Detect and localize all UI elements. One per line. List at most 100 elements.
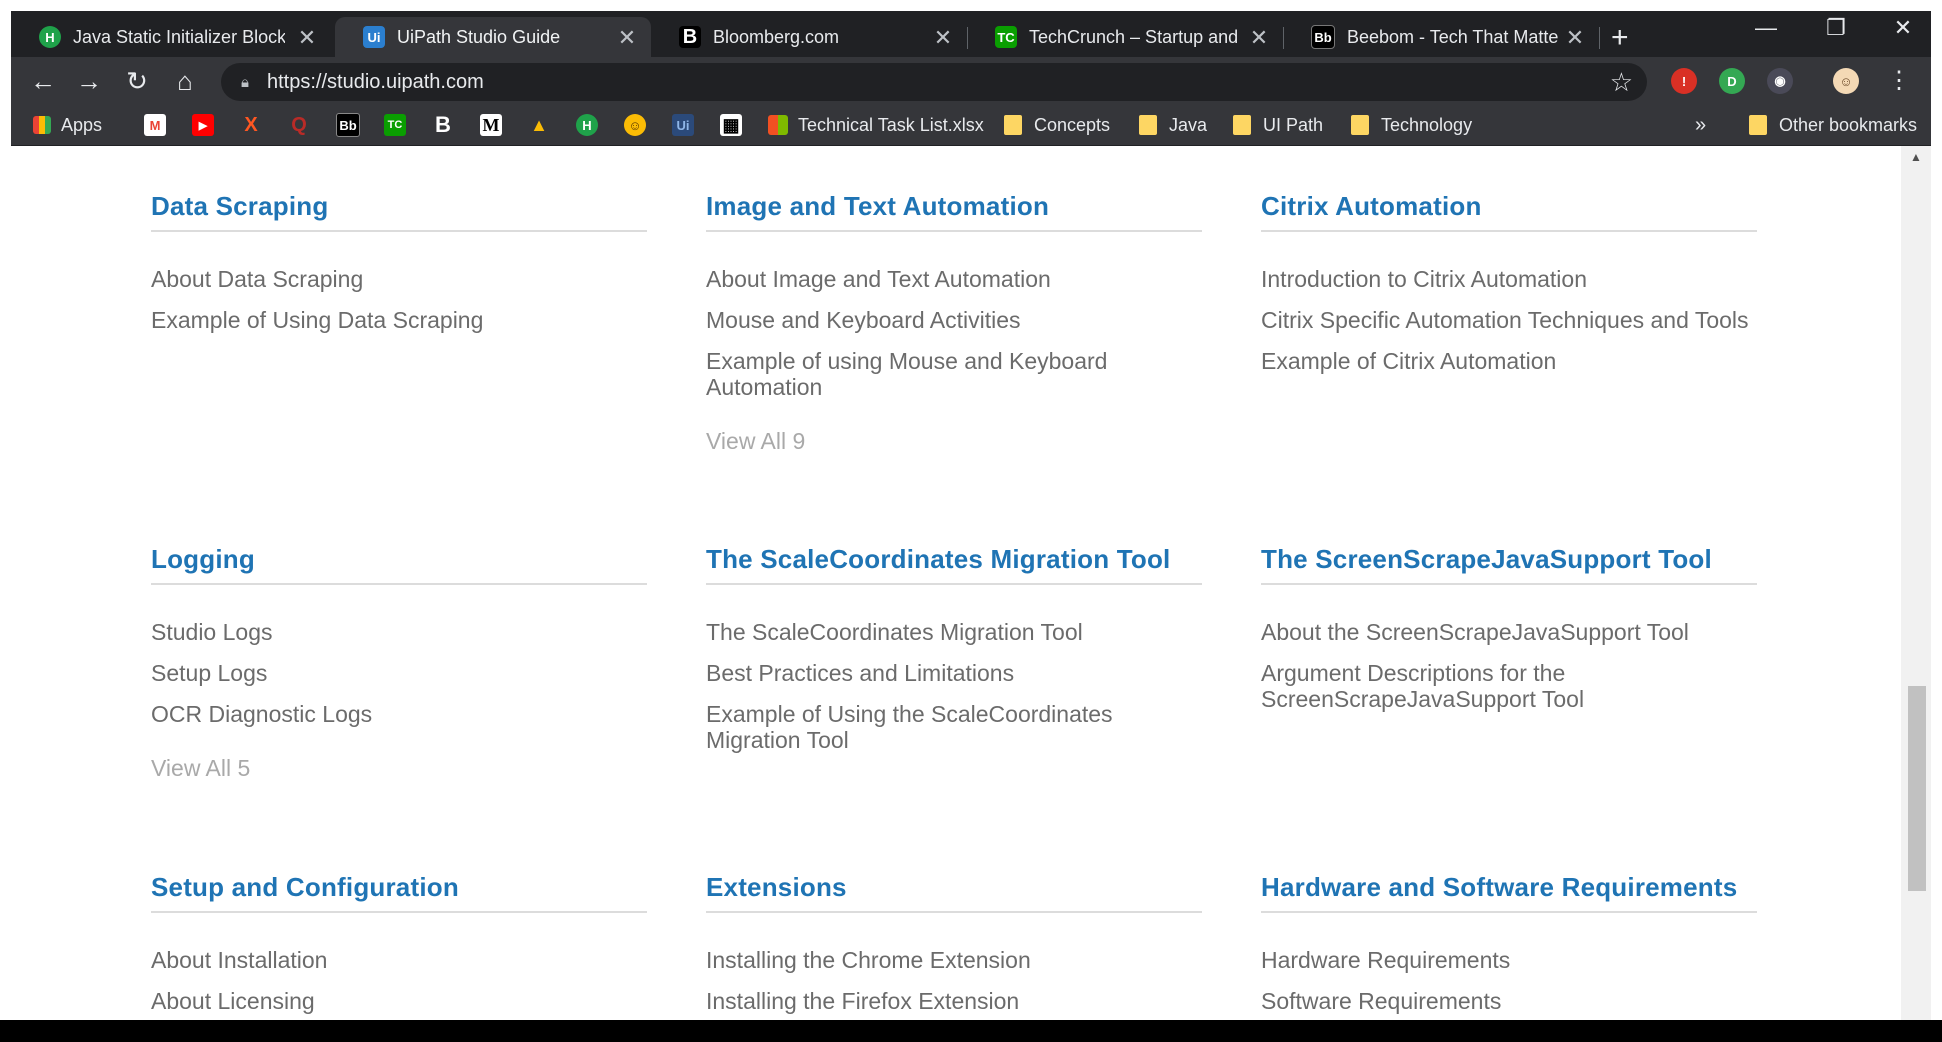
techcrunch-icon: TC: [995, 26, 1017, 48]
section-screenscrapejavasupport-tool: The ScreenScrapeJavaSupport Tool About t…: [1261, 544, 1757, 727]
section-link[interactable]: Setup Logs: [151, 660, 647, 686]
section-heading[interactable]: Hardware and Software Requirements: [1261, 872, 1757, 913]
section-link[interactable]: Hardware Requirements: [1261, 947, 1757, 973]
bookmark-emoji[interactable]: ☺: [624, 113, 646, 137]
close-icon[interactable]: ✕: [931, 25, 955, 51]
close-icon[interactable]: ✕: [1247, 25, 1271, 51]
drive-icon: ▲: [530, 114, 548, 135]
close-icon[interactable]: ✕: [1563, 25, 1587, 51]
tab-title: Bloomberg.com: [713, 26, 840, 47]
section-link[interactable]: Software Requirements: [1261, 988, 1757, 1014]
section-link[interactable]: Best Practices and Limitations: [706, 660, 1202, 686]
section-link[interactable]: Citrix Specific Automation Techniques an…: [1261, 307, 1757, 333]
bookmarks-overflow-button[interactable]: »: [1695, 113, 1706, 137]
view-all-link[interactable]: View All 9: [706, 428, 1202, 455]
bookmark-hackr[interactable]: H: [576, 113, 598, 137]
section-heading[interactable]: Extensions: [706, 872, 1202, 913]
scrollbar-thumb[interactable]: [1908, 686, 1926, 891]
new-tab-button[interactable]: +: [1611, 23, 1629, 53]
section-heading[interactable]: Data Scraping: [151, 191, 647, 232]
lock-icon: 🔒︎: [241, 73, 249, 91]
view-all-link[interactable]: View All 5: [151, 755, 647, 782]
bookmark-techcrunch[interactable]: TC: [384, 113, 406, 137]
folder-icon: [1351, 115, 1369, 135]
section-links: The ScaleCoordinates Migration Tool Best…: [706, 619, 1202, 753]
tab-title: UiPath Studio Guide: [397, 26, 561, 47]
section-links: Installing the Chrome Extension Installi…: [706, 947, 1202, 1014]
address-bar[interactable]: 🔒︎ ☆: [221, 63, 1647, 101]
section-link[interactable]: About Image and Text Automation: [706, 266, 1202, 292]
section-link[interactable]: About Installation: [151, 947, 647, 973]
bookmark-star-icon[interactable]: ☆: [1610, 67, 1633, 98]
bookmark-medium[interactable]: M: [480, 113, 502, 137]
tab-techcrunch[interactable]: TC TechCrunch – Startup and T ✕: [967, 17, 1283, 57]
section-heading[interactable]: Logging: [151, 544, 647, 585]
bookmark-apps[interactable]: Apps: [33, 113, 102, 137]
home-button[interactable]: ⌂: [169, 65, 201, 97]
close-icon[interactable]: ✕: [295, 25, 319, 51]
forward-button[interactable]: →: [73, 65, 105, 97]
section-data-scraping: Data Scraping About Data Scraping Exampl…: [151, 191, 647, 348]
back-button[interactable]: ←: [27, 65, 59, 97]
section-link[interactable]: Example of Using the ScaleCoordinates Mi…: [706, 701, 1202, 753]
section-link[interactable]: About Data Scraping: [151, 266, 647, 292]
extension-glyph: !: [1681, 73, 1687, 89]
badge-extension-icon[interactable]: !: [1671, 68, 1697, 94]
bookmark-folder-concepts[interactable]: Concepts: [1004, 113, 1110, 137]
techcrunch-icon: TC: [384, 114, 406, 136]
pushbullet-extension-icon[interactable]: D: [1719, 68, 1745, 94]
section-heading[interactable]: Image and Text Automation: [706, 191, 1202, 232]
section-link[interactable]: Installing the Firefox Extension: [706, 988, 1202, 1014]
bookmark-folder-ui-path[interactable]: UI Path: [1233, 113, 1323, 137]
bookmark-beebom[interactable]: Bb: [336, 113, 360, 137]
bookmark-folder-technology[interactable]: Technology: [1351, 113, 1472, 137]
browser-menu-button[interactable]: ⋮: [1883, 65, 1915, 97]
bookmark-gmail[interactable]: M: [144, 113, 166, 137]
beebom-icon: Bb: [1311, 25, 1335, 49]
minimize-button[interactable]: —: [1736, 15, 1796, 41]
reload-button[interactable]: ↻: [121, 65, 153, 97]
section-link[interactable]: About the ScreenScrapeJavaSupport Tool: [1261, 619, 1757, 645]
scroll-up-icon[interactable]: ▲: [1901, 150, 1931, 164]
incognito-extension-icon[interactable]: ◉: [1767, 68, 1793, 94]
section-link[interactable]: The ScaleCoordinates Migration Tool: [706, 619, 1202, 645]
section-heading[interactable]: Citrix Automation: [1261, 191, 1757, 232]
section-link[interactable]: Example of using Mouse and Keyboard Auto…: [706, 348, 1202, 400]
section-link[interactable]: Introduction to Citrix Automation: [1261, 266, 1757, 292]
bookmark-drive[interactable]: ▲: [528, 113, 550, 137]
tab-uipath-studio-guide[interactable]: Ui UiPath Studio Guide ✕: [335, 17, 651, 57]
bookmark-bloomberg[interactable]: B: [432, 112, 454, 137]
bookmark-youtube[interactable]: ▶: [192, 113, 214, 137]
bookmark-folder-other[interactable]: Other bookmarks: [1749, 113, 1917, 137]
restore-button[interactable]: ❐: [1806, 15, 1866, 41]
section-link[interactable]: Installing the Chrome Extension: [706, 947, 1202, 973]
bookmark-quora[interactable]: Q: [288, 113, 310, 137]
medium-icon: M: [480, 114, 502, 136]
section-link[interactable]: OCR Diagnostic Logs: [151, 701, 647, 727]
section-link[interactable]: Studio Logs: [151, 619, 647, 645]
uipath-icon: Ui: [672, 114, 694, 136]
profile-avatar-icon[interactable]: ☺: [1833, 68, 1859, 94]
close-window-button[interactable]: ✕: [1873, 15, 1931, 41]
tab-bloomberg[interactable]: B Bloomberg.com ✕: [651, 17, 967, 57]
bookmark-technical-task-list[interactable]: Technical Task List.xlsx: [768, 113, 984, 137]
section-link[interactable]: Mouse and Keyboard Activities: [706, 307, 1202, 333]
url-input[interactable]: [264, 69, 1569, 95]
section-link[interactable]: Example of Citrix Automation: [1261, 348, 1757, 374]
close-icon[interactable]: ✕: [615, 25, 639, 51]
section-citrix-automation: Citrix Automation Introduction to Citrix…: [1261, 191, 1757, 389]
section-heading[interactable]: Setup and Configuration: [151, 872, 647, 913]
bookmark-qr[interactable]: ▦: [720, 113, 742, 137]
bookmark-x[interactable]: X: [240, 113, 262, 137]
bookmark-uipath[interactable]: Ui: [672, 113, 694, 137]
section-heading[interactable]: The ScreenScrapeJavaSupport Tool: [1261, 544, 1757, 585]
section-link[interactable]: Argument Descriptions for the ScreenScra…: [1261, 660, 1757, 712]
section-link[interactable]: About Licensing: [151, 988, 647, 1014]
section-heading[interactable]: The ScaleCoordinates Migration Tool: [706, 544, 1202, 585]
page-scrollbar[interactable]: ▲ ▼: [1901, 146, 1931, 1042]
section-link[interactable]: Example of Using Data Scraping: [151, 307, 647, 333]
folder-icon: [1749, 115, 1767, 135]
tab-java-static[interactable]: H Java Static Initializer Block | ✕: [11, 17, 331, 57]
tab-beebom[interactable]: Bb Beebom - Tech That Matter ✕: [1283, 17, 1599, 57]
bookmark-folder-java[interactable]: Java: [1139, 113, 1207, 137]
